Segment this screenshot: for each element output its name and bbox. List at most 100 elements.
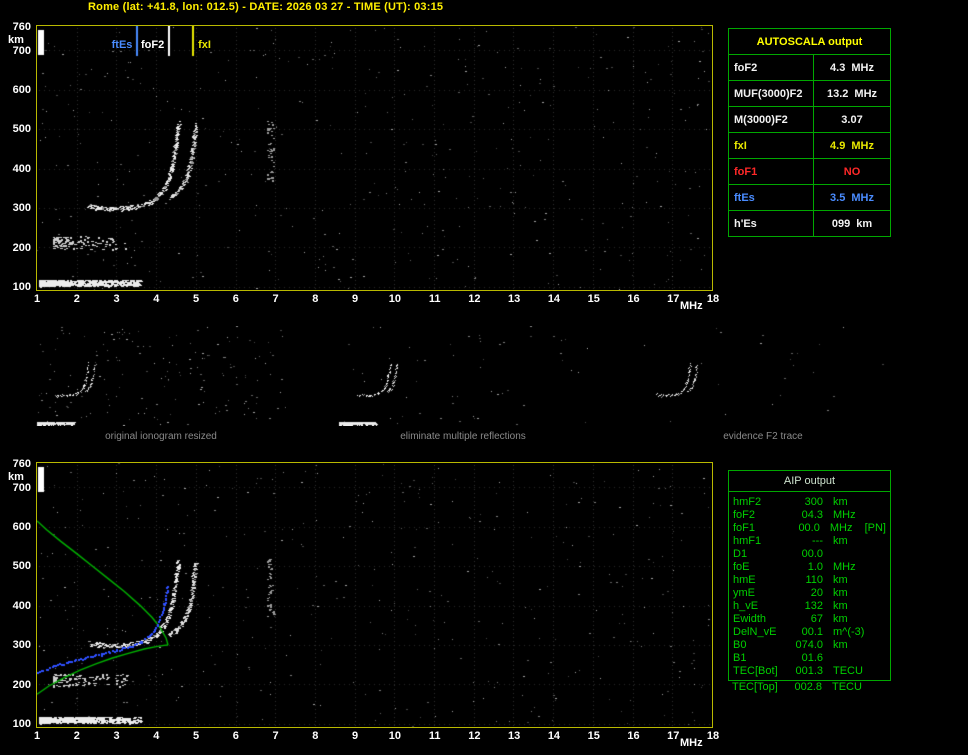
y-axis-tick-bottom-100: 100 [12,718,31,730]
y-axis-tick-top-700: 700 [12,44,31,57]
aip-param-name: hmF1 [733,535,762,547]
aip-row-TEC[Bot]: TEC[Bot] 001.3 TECU [729,665,890,678]
autoscala-row-fxI: fxI 4.9 MHz [729,132,890,158]
autoscala-row-h'Es: h'Es 099 km [729,210,890,236]
aip-row-foE: foE 1.0 MHz [729,561,890,574]
aip-param-name: foF1 [733,522,756,534]
x-axis-tick-bottom-18: 18 [706,730,720,742]
autoscala-value-number: 3.07 [841,113,863,126]
aip-param-unit: MHz [829,522,853,534]
autoscala-param-label: fxI [729,133,814,158]
autoscala-value-number: NO [843,165,861,178]
aip-param-name: TEC[Top] [732,681,778,693]
profile-plot-frame [36,462,713,728]
x-axis-tick-bottom-13: 13 [508,730,521,742]
aip-param-value: 001.3 [795,665,823,677]
x-axis-tick-bottom-1: 1 [33,730,41,742]
aip-param-unit: MHz [833,561,856,573]
x-axis-tick-top-4: 4 [153,293,160,305]
y-axis-tick-bottom-400: 400 [12,599,31,612]
aip-param-name: Ewidth [733,613,767,625]
y-axis-tick-top-100: 100 [12,281,31,293]
autoscala-row-M(3000)F2: M(3000)F2 3.07 [729,106,890,132]
aip-param-unit: km [833,587,848,599]
x-axis-tick-top-3: 3 [113,293,120,305]
y-axis-tick-top-200: 200 [12,241,31,254]
thumbnail-original-ionogram [36,326,286,426]
x-axis-tick-top-10: 10 [388,293,401,305]
autoscala-value-unit: MHz [851,61,874,74]
station-date-time-title: Rome (lat: +41.8, lon: 012.5) - DATE: 20… [88,1,444,13]
x-axis-tick-top-5: 5 [192,293,200,305]
aip-param-name: TEC[Bot] [733,665,778,677]
autoscala-value-unit: MHz [854,87,878,100]
x-axis-tick-bottom-4: 4 [153,730,160,742]
x-axis-tick-bottom-8: 8 [312,730,319,742]
autoscala-screen: Rome (lat: +41.8, lon: 012.5) - DATE: 20… [0,0,968,755]
aip-param-unit: km [833,600,848,612]
aip-output-panel: AIP output hmF2 300 km foF2 04.3 MHz foF1 00.0 M… [728,470,891,694]
thumbnail-caption-original: original ionogram resized [105,431,217,442]
y-axis-tick-top-600: 600 [12,84,31,96]
aip-param-unit: km [833,639,848,651]
aip-table-title: AIP output [729,471,890,492]
autoscala-param-value: NO [814,159,890,184]
x-axis-tick-bottom-16: 16 [627,730,640,742]
x-axis-tick-top-12: 12 [468,293,481,305]
aip-row-ymE: ymE 20 km [729,587,890,600]
x-axis-tick-bottom-9: 9 [352,730,359,742]
aip-param-value: 01.6 [801,652,823,664]
aip-param-unit: km [833,535,848,547]
aip-param-name: hmE [733,574,756,586]
x-axis-unit-top: MHz [680,300,703,312]
aip-row-Ewidth: Ewidth 67 km [729,613,890,626]
aip-param-unit: km [833,613,848,625]
aip-param-name: B1 [733,652,747,664]
aip-param-value: 132 [804,600,823,612]
aip-table-rows: hmF2 300 km foF2 04.3 MHz foF1 00.0 MHz [PN] hmF1 -… [729,492,890,680]
x-axis-tick-top-1: 1 [33,293,41,305]
aip-param-name: h_vE [733,600,759,612]
autoscala-param-value: 099 km [814,211,890,236]
autoscala-value-unit: MHz [851,139,874,152]
autoscala-param-value: 4.3 MHz [814,55,890,80]
aip-row-hmF1: hmF1 --- km [729,535,890,548]
x-axis-tick-bottom-6: 6 [232,730,239,742]
aip-param-value: 002.8 [794,681,822,693]
y-axis-tick-top-400: 400 [12,162,31,175]
x-axis-tick-top-15: 15 [587,293,600,305]
autoscala-param-label: foF1 [729,159,814,184]
x-axis-tick-top-18: 18 [706,293,720,305]
aip-tec-top-host: TEC[Top] 002.8 TECU [728,681,891,694]
aip-param-unit: TECU [832,681,862,693]
x-axis-tick-bottom-17: 17 [667,730,680,742]
y-axis-tick-bottom-300: 300 [12,639,31,652]
aip-param-value: 00.1 [801,626,823,638]
aip-param-unit: km [833,574,848,586]
autoscala-row-foF1: foF1 NO [729,158,890,184]
autoscala-param-label: h'Es [729,211,814,236]
x-axis-tick-bottom-5: 5 [192,730,200,742]
aip-param-unit: TECU [833,665,863,677]
x-axis-unit-bottom: MHz [680,737,703,749]
ionogram-canvas [37,26,712,290]
aip-output-table: AIP output hmF2 300 km foF2 04.3 MHz foF1 00.0 M… [728,470,891,681]
x-axis-tick-top-13: 13 [508,293,521,305]
x-axis-tick-bottom-7: 7 [272,730,279,742]
y-axis-tick-bottom-200: 200 [12,678,31,691]
x-axis-tick-bottom-14: 14 [547,730,561,742]
y-axis-tick-bottom-500: 500 [12,560,31,573]
autoscala-value-number: 4.3 [830,61,846,74]
y-axis-tick-top-500: 500 [12,123,31,136]
aip-row-foF1: foF1 00.0 MHz [PN] [729,522,890,535]
autoscala-row-foF2: foF2 4.3 MHz [729,54,890,80]
autoscala-value-number: 4.9 [830,139,846,152]
aip-param-unit: MHz [833,509,856,521]
autoscala-param-label: ftEs [729,185,814,210]
aip-param-value: 074.0 [795,639,823,651]
aip-param-name: foF2 [733,509,756,521]
thumbnail-caption-evidence: evidence F2 trace [723,431,803,442]
autoscala-row-ftEs: ftEs 3.5 MHz [729,184,890,210]
aip-param-extra: [PN] [864,522,886,534]
x-axis-tick-bottom-2: 2 [73,730,80,742]
